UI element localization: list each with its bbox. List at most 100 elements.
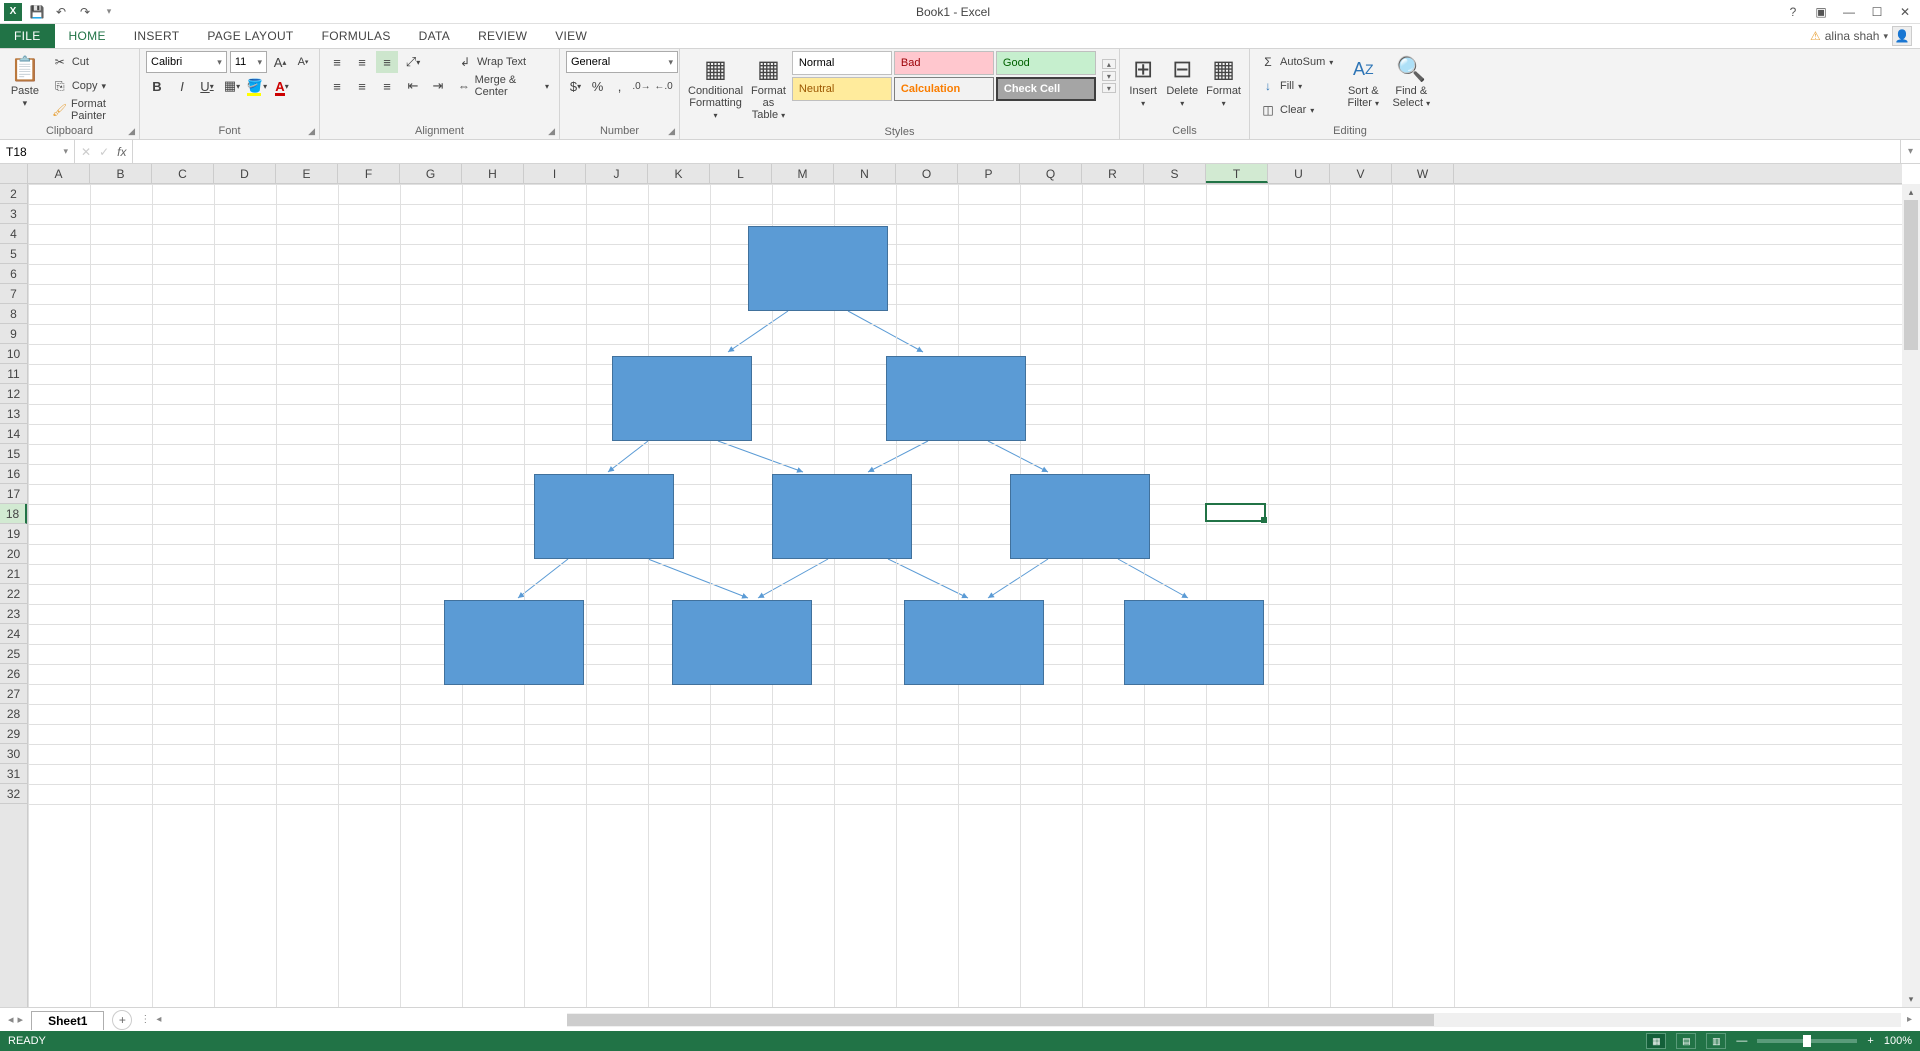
col-header-G[interactable]: G — [400, 164, 462, 183]
font-name-combo[interactable]: Calibri▾ — [146, 51, 227, 73]
italic-button[interactable]: I — [171, 75, 193, 97]
tab-home[interactable]: HOME — [55, 24, 120, 48]
zoom-in-button[interactable]: + — [1867, 1035, 1873, 1047]
col-header-N[interactable]: N — [834, 164, 896, 183]
clear-button[interactable]: ◫Clear ▾ — [1256, 99, 1337, 121]
row-header-22[interactable]: 22 — [0, 584, 27, 604]
copy-button[interactable]: ⎘Copy ▾ — [48, 75, 133, 97]
col-header-E[interactable]: E — [276, 164, 338, 183]
alignment-launcher[interactable]: ◢ — [548, 126, 555, 137]
tab-page-layout[interactable]: PAGE LAYOUT — [193, 24, 307, 48]
style-normal[interactable]: Normal — [792, 51, 892, 75]
row-header-24[interactable]: 24 — [0, 624, 27, 644]
undo-button[interactable]: ↶ — [52, 3, 70, 21]
formula-input[interactable] — [133, 140, 1900, 163]
zoom-level[interactable]: 100% — [1884, 1035, 1912, 1047]
style-up-icon[interactable]: ▴ — [1102, 59, 1116, 69]
row-header-2[interactable]: 2 — [0, 184, 27, 204]
row-header-16[interactable]: 16 — [0, 464, 27, 484]
col-header-S[interactable]: S — [1144, 164, 1206, 183]
connector-arrow-3[interactable] — [608, 441, 648, 472]
col-header-Q[interactable]: Q — [1020, 164, 1082, 183]
format-cells-button[interactable]: ▦ Format▾ — [1204, 51, 1243, 112]
col-header-P[interactable]: P — [958, 164, 1020, 183]
horizontal-scrollbar[interactable] — [567, 1013, 1901, 1027]
col-header-M[interactable]: M — [772, 164, 834, 183]
active-cell[interactable] — [1205, 503, 1266, 522]
shape-rectangle-9[interactable] — [904, 600, 1044, 685]
merge-center-button[interactable]: ⇔Merge & Center ▾ — [453, 75, 553, 97]
tab-insert[interactable]: INSERT — [120, 24, 194, 48]
page-break-view-button[interactable]: ▥ — [1706, 1033, 1726, 1049]
save-button[interactable]: 💾 — [28, 3, 46, 21]
account-area[interactable]: ⚠ alina shah ▾ 👤 — [1810, 24, 1920, 48]
row-header-28[interactable]: 28 — [0, 704, 27, 724]
shape-rectangle-2[interactable] — [612, 356, 752, 441]
minimize-button[interactable]: — — [1840, 3, 1858, 21]
hscroll-left-icon[interactable]: ◂ — [156, 1014, 161, 1025]
font-size-combo[interactable]: 11▾ — [230, 51, 267, 73]
wrap-text-button[interactable]: ↲Wrap Text — [453, 51, 553, 73]
bold-button[interactable]: B — [146, 75, 168, 97]
connector-arrow-5[interactable] — [868, 441, 928, 472]
zoom-out-button[interactable]: — — [1736, 1035, 1747, 1047]
close-button[interactable]: ✕ — [1896, 3, 1914, 21]
cancel-formula-button[interactable]: ✕ — [81, 145, 91, 159]
style-good[interactable]: Good — [996, 51, 1096, 75]
insert-function-button[interactable]: fx — [117, 145, 126, 159]
col-header-A[interactable]: A — [28, 164, 90, 183]
increase-indent-button[interactable]: ⇥ — [427, 75, 449, 97]
row-header-30[interactable]: 30 — [0, 744, 27, 764]
border-button[interactable]: ▦▾ — [221, 75, 243, 97]
conditional-formatting-button[interactable]: ▦ ConditionalFormatting ▾ — [686, 51, 745, 124]
shape-rectangle-5[interactable] — [772, 474, 912, 559]
row-header-17[interactable]: 17 — [0, 484, 27, 504]
split-handle[interactable]: ⋮ — [140, 1014, 150, 1025]
row-header-15[interactable]: 15 — [0, 444, 27, 464]
col-header-T[interactable]: T — [1206, 164, 1268, 183]
cell-styles-gallery[interactable]: Normal Bad Good Neutral Calculation Chec… — [792, 51, 1096, 101]
zoom-slider[interactable] — [1757, 1039, 1857, 1043]
cells-area[interactable] — [28, 184, 1902, 1007]
row-header-29[interactable]: 29 — [0, 724, 27, 744]
row-header-27[interactable]: 27 — [0, 684, 27, 704]
row-headers[interactable]: 2345678910111213141516171819202122232425… — [0, 184, 28, 1007]
shrink-font-button[interactable]: A▾ — [293, 51, 313, 73]
row-header-21[interactable]: 21 — [0, 564, 27, 584]
style-down-icon[interactable]: ▾ — [1102, 71, 1116, 81]
scroll-down-icon[interactable]: ▾ — [1902, 991, 1920, 1007]
vscroll-thumb[interactable] — [1904, 200, 1918, 350]
sheet-nav[interactable]: ◂▸ — [0, 1013, 31, 1026]
align-top-button[interactable]: ≡ — [326, 51, 348, 73]
fill-color-button[interactable]: 🪣▾ — [246, 75, 268, 97]
decrease-decimal-button[interactable]: ←.0 — [654, 75, 673, 97]
name-box[interactable]: T18▾ — [0, 140, 75, 163]
sort-filter-button[interactable]: AZ Sort &Filter ▾ — [1341, 51, 1385, 112]
comma-button[interactable]: , — [610, 75, 629, 97]
enter-formula-button[interactable]: ✓ — [99, 145, 109, 159]
style-gallery-scroll[interactable]: ▴ ▾ ▾ — [1099, 59, 1119, 93]
row-header-5[interactable]: 5 — [0, 244, 27, 264]
row-header-13[interactable]: 13 — [0, 404, 27, 424]
font-launcher[interactable]: ◢ — [308, 126, 315, 137]
delete-cells-button[interactable]: ⊟ Delete▾ — [1164, 51, 1200, 112]
redo-button[interactable]: ↷ — [76, 3, 94, 21]
align-right-button[interactable]: ≡ — [376, 75, 398, 97]
col-header-H[interactable]: H — [462, 164, 524, 183]
help-button[interactable]: ? — [1784, 3, 1802, 21]
increase-decimal-button[interactable]: .0→ — [632, 75, 651, 97]
tab-file[interactable]: FILE — [0, 24, 55, 48]
format-painter-button[interactable]: 🖌Format Painter — [48, 99, 133, 121]
col-header-C[interactable]: C — [152, 164, 214, 183]
col-header-U[interactable]: U — [1268, 164, 1330, 183]
row-header-32[interactable]: 32 — [0, 784, 27, 804]
percent-button[interactable]: % — [588, 75, 607, 97]
tab-data[interactable]: DATA — [405, 24, 464, 48]
underline-button[interactable]: U ▾ — [196, 75, 218, 97]
style-check-cell[interactable]: Check Cell — [996, 77, 1096, 101]
format-as-table-button[interactable]: ▦ Format asTable ▾ — [749, 51, 788, 124]
style-neutral[interactable]: Neutral — [792, 77, 892, 101]
page-layout-view-button[interactable]: ▤ — [1676, 1033, 1696, 1049]
number-format-combo[interactable]: General▾ — [566, 51, 678, 73]
col-header-V[interactable]: V — [1330, 164, 1392, 183]
